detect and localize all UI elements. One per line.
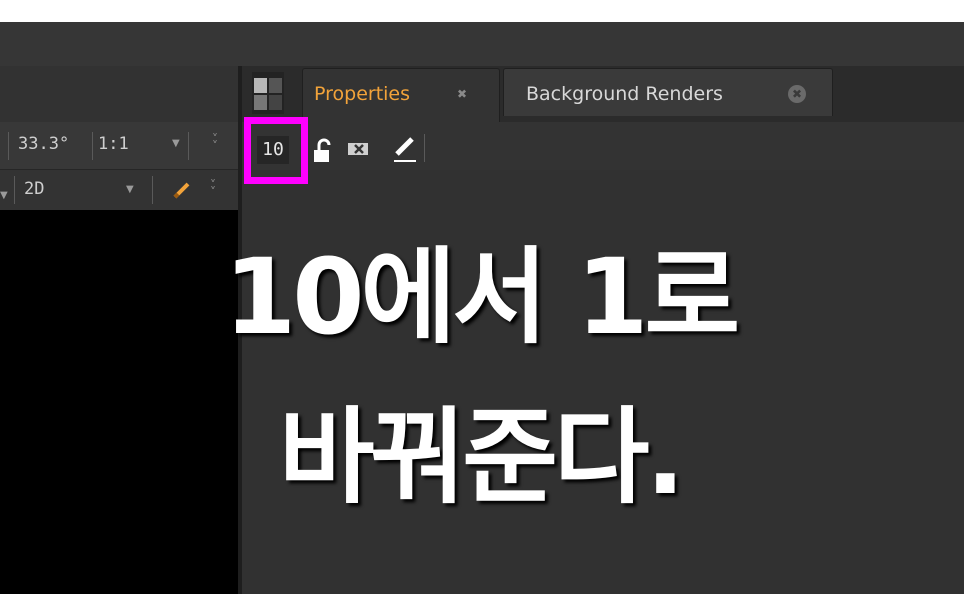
window-title-bar (0, 22, 964, 66)
view-mode-select[interactable]: 2D (24, 179, 44, 199)
viewer-toolbar-row-2: ▼ 2D ▼ ˅ ˅ (0, 170, 240, 210)
close-icon[interactable]: ✖ (453, 85, 471, 103)
separator (424, 134, 425, 162)
chevron-down-icon[interactable]: ▼ (0, 190, 8, 201)
separator (8, 132, 9, 160)
caption-line-1: 10에서 1로 (223, 236, 740, 358)
pen-icon[interactable] (392, 134, 418, 164)
highlight-box (244, 117, 308, 184)
separator (92, 132, 93, 160)
separator (152, 176, 153, 204)
separator (14, 176, 15, 204)
panel-menu-icon[interactable] (252, 72, 284, 114)
tab-label: Properties (314, 83, 411, 105)
chevron-down-icon[interactable]: ▼ (126, 184, 134, 195)
ratio-select[interactable]: 1:1 (98, 134, 129, 154)
expand-more-icon[interactable]: ˅ ˅ (208, 133, 222, 152)
tab-properties[interactable]: Properties ✖ (302, 68, 500, 122)
tab-label: Background Renders (526, 83, 723, 105)
separator (188, 132, 189, 160)
color-picker-icon[interactable] (172, 180, 192, 200)
expand-more-icon[interactable]: ˅ ˅ (206, 179, 220, 198)
caption-line-2: 바꿔준다. (278, 396, 685, 518)
zoom-value[interactable]: 33.3° (18, 134, 69, 154)
clear-panels-icon[interactable] (347, 140, 371, 158)
viewer-toolbar-row-1: 33.3° 1:1 ▼ ˅ ˅ (0, 122, 240, 170)
chevron-down-icon[interactable]: ▼ (172, 138, 180, 149)
tab-background-renders[interactable]: Background Renders ✖ (503, 68, 833, 116)
close-icon[interactable]: ✖ (788, 85, 806, 103)
lock-icon[interactable] (312, 138, 336, 164)
